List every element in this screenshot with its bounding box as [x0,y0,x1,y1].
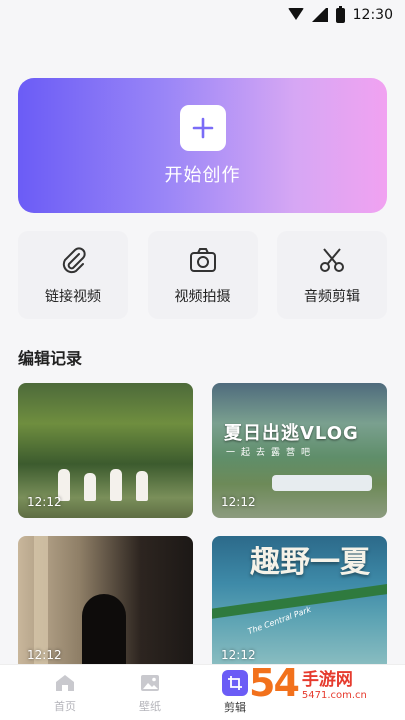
thumbnail-overlay-subtitle: 一起去露营吧 [226,448,317,458]
watermark-url: 5471.com.cn [301,690,367,701]
audio-edit-button[interactable]: 音频剪辑 [277,231,387,319]
watermark-main: 手游网 [301,670,353,690]
thumbnail-people [58,461,158,501]
record-card-3[interactable]: 12:12 [18,536,193,671]
camera-icon [189,248,216,272]
thumbnail-overlay-title: 趣野一夏 [250,545,370,580]
nav-edit-label: 剪辑 [224,701,246,714]
nav-home[interactable]: 首页 [40,671,90,714]
record-time: 12:12 [27,648,62,662]
plus-icon [179,104,226,151]
nav-wallpaper-label: 壁纸 [139,700,161,713]
signal-icon [311,8,328,22]
video-shoot-label: 视频拍摄 [174,289,231,305]
tool-row: 链接视频 视频拍摄 音频剪辑 [18,231,387,319]
link-video-button[interactable]: 链接视频 [18,231,128,319]
status-time: 12:30 [352,7,393,23]
wifi-icon [287,8,304,22]
thumbnail-overlay-title: 夏日出逃VLOG [224,423,359,444]
start-creating-label: 开始创作 [164,164,241,186]
edit-history-title: 编辑记录 [18,349,83,368]
nav-wallpaper[interactable]: 壁纸 [125,671,175,714]
paperclip-icon [62,247,86,274]
battery-icon [335,5,345,23]
thumbnail-van [272,475,372,491]
home-icon [56,675,74,691]
thumbnail-silhouette [82,594,126,671]
video-shoot-button[interactable]: 视频拍摄 [147,231,258,319]
crop-icon [222,670,248,696]
site-watermark: 54 手游网 5471.com.cn [249,650,399,716]
record-time: 12:12 [27,495,62,509]
start-creating-button[interactable]: 开始创作 [18,78,387,213]
nav-home-label: 首页 [54,700,76,713]
scissors-icon [320,248,344,272]
edit-history-grid: 12:12 夏日出逃VLOG 一起去露营吧 12:12 12:12 趣野一夏 T… [18,383,387,671]
record-card-1[interactable]: 12:12 [18,383,193,518]
audio-edit-label: 音频剪辑 [304,289,360,305]
record-card-2[interactable]: 夏日出逃VLOG 一起去露营吧 12:12 [212,383,387,518]
record-time: 12:12 [221,495,256,509]
image-icon [141,675,159,691]
status-bar: 12:30 [0,0,405,30]
watermark-logo: 54 [249,661,300,705]
link-video-label: 链接视频 [45,289,101,305]
